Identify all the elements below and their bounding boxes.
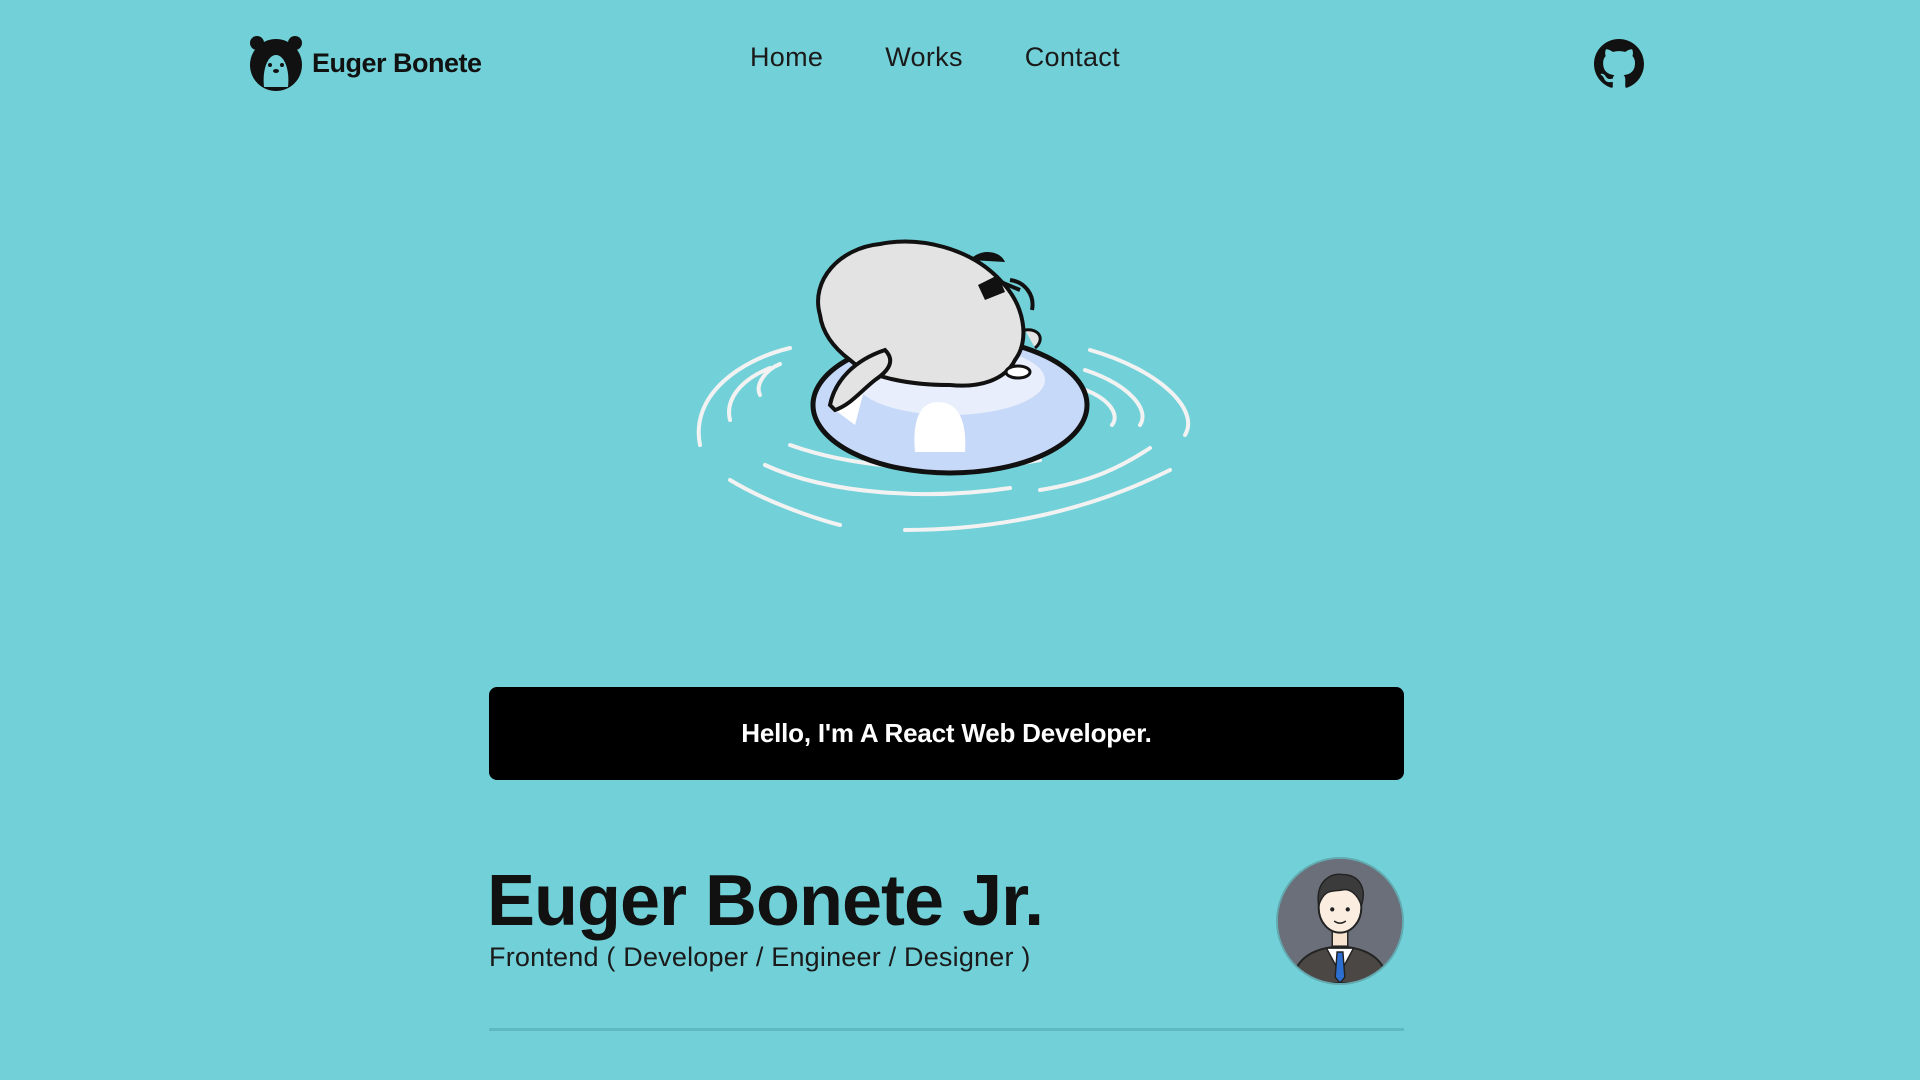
nav-home[interactable]: Home xyxy=(750,42,823,73)
hero-illustration xyxy=(696,239,1191,532)
businessman-avatar-icon xyxy=(1278,859,1402,983)
github-icon[interactable] xyxy=(1594,39,1644,89)
profile-avatar xyxy=(1276,857,1404,985)
bear-logo-icon xyxy=(250,36,302,91)
brand-name: Euger Bonete xyxy=(312,47,482,78)
intro-banner: Hello, I'm A React Web Developer. xyxy=(489,687,1404,780)
intro-banner-text: Hello, I'm A React Web Developer. xyxy=(741,718,1152,748)
page: Euger Bonete Home Works Contact Hello, I… xyxy=(0,0,1920,1080)
profile-name: Euger Bonete Jr. xyxy=(487,861,1044,941)
site-header: Euger Bonete Home Works Contact xyxy=(0,0,1920,126)
nav-contact[interactable]: Contact xyxy=(1025,42,1120,73)
section-divider xyxy=(489,1028,1404,1031)
profile-role: Frontend ( Developer / Engineer / Design… xyxy=(489,942,1031,972)
main-nav: Home Works Contact xyxy=(750,42,1182,73)
nav-works[interactable]: Works xyxy=(885,42,963,73)
brand-home-link[interactable]: Euger Bonete xyxy=(248,36,482,91)
